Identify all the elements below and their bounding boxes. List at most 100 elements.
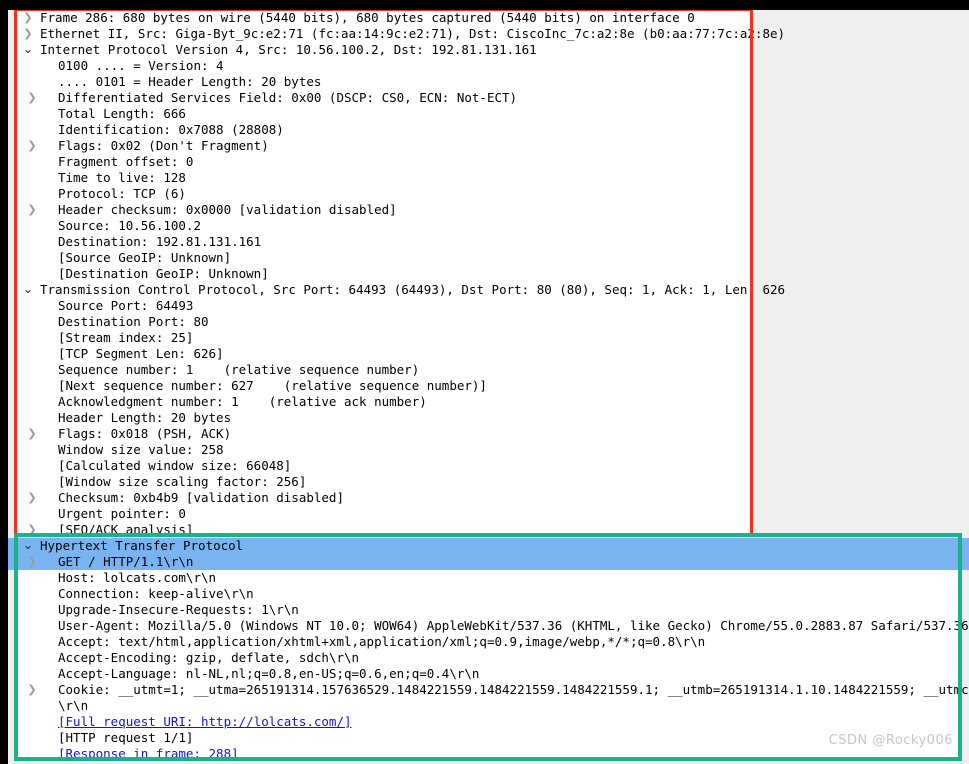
tree-row[interactable]: Protocol: TCP (6)	[0, 186, 969, 202]
tree-row-label: Flags: 0x02 (Don't Fragment)	[58, 138, 269, 153]
tree-row-label: Accept-Encoding: gzip, deflate, sdch\r\n	[58, 650, 360, 665]
tree-row[interactable]: [Full request URI: http://lolcats.com/]	[0, 714, 969, 730]
chevron-down-icon[interactable]: ⌄	[18, 282, 38, 298]
tree-row[interactable]: Source: 10.56.100.2	[0, 218, 969, 234]
tree-row[interactable]: User-Agent: Mozilla/5.0 (Windows NT 10.0…	[0, 618, 969, 634]
tree-row-label: Fragment offset: 0	[58, 154, 194, 169]
watermark: CSDN @Rocky006	[828, 733, 953, 748]
chevron-right-icon[interactable]: ❯	[18, 138, 46, 154]
tree-row[interactable]: Accept-Language: nl-NL,nl;q=0.8,en-US;q=…	[0, 666, 969, 682]
left-black-strip	[0, 0, 8, 764]
chevron-right-icon[interactable]: ❯	[18, 90, 46, 106]
tree-row[interactable]: 0100 .... = Version: 4	[0, 58, 969, 74]
tree-row-label: Time to live: 128	[58, 170, 186, 185]
chevron-right-icon[interactable]: ❯	[18, 490, 46, 506]
tree-row[interactable]: Fragment offset: 0	[0, 154, 969, 170]
tree-row[interactable]: [Stream index: 25]	[0, 330, 969, 346]
tree-row[interactable]: Connection: keep-alive\r\n	[0, 586, 969, 602]
tree-row[interactable]: [TCP Segment Len: 626]	[0, 346, 969, 362]
tree-row[interactable]: ❯ Header checksum: 0x0000 [validation dis…	[0, 202, 969, 218]
tree-row[interactable]: Upgrade-Insecure-Requests: 1\r\n	[0, 602, 969, 618]
tree-row[interactable]: [Destination GeoIP: Unknown]	[0, 266, 969, 282]
tree-row-label: Source Port: 64493	[58, 298, 194, 313]
tree-row[interactable]: Acknowledgment number: 1 (relative ack n…	[0, 394, 969, 410]
tree-row-link[interactable]: [Full request URI: http://lolcats.com/]	[58, 714, 352, 730]
tree-row[interactable]: ⌄ Internet Protocol Version 4, Src: 10.56…	[0, 42, 969, 58]
tree-row[interactable]: ❯ Differentiated Services Field: 0x00 (DS…	[0, 90, 969, 106]
tree-row[interactable]: Sequence number: 1 (relative sequence nu…	[0, 362, 969, 378]
tree-row[interactable]: Destination Port: 80	[0, 314, 969, 330]
tree-row[interactable]: ⌄ Hypertext Transfer Protocol	[0, 538, 969, 554]
tree-row-label: Connection: keep-alive\r\n	[58, 586, 254, 601]
tree-row[interactable]: Total Length: 666	[0, 106, 969, 122]
tree-row[interactable]: ❯ Flags: 0x02 (Don't Fragment)	[0, 138, 969, 154]
tree-row-label: Frame 286: 680 bytes on wire (5440 bits)…	[40, 10, 695, 25]
tree-row[interactable]: Host: lolcats.com\r\n	[0, 570, 969, 586]
tree-row[interactable]: [Next sequence number: 627 (relative seq…	[0, 378, 969, 394]
tree-row-label: User-Agent: Mozilla/5.0 (Windows NT 10.0…	[58, 618, 969, 633]
tree-row-label: [Calculated window size: 66048]	[58, 458, 292, 473]
tree-row[interactable]: \r\n	[0, 698, 969, 714]
tree-row-label: Accept-Language: nl-NL,nl;q=0.8,en-US;q=…	[58, 666, 480, 681]
chevron-down-icon[interactable]: ⌄	[18, 538, 38, 554]
tree-row[interactable]: [Window size scaling factor: 256]	[0, 474, 969, 490]
tree-row[interactable]: Accept: text/html,application/xhtml+xml,…	[0, 634, 969, 650]
packet-details-tree[interactable]: ❯ Frame 286: 680 bytes on wire (5440 bits…	[0, 10, 969, 762]
tree-row-label: GET / HTTP/1.1\r\n	[58, 554, 194, 569]
chevron-right-icon[interactable]: ❯	[18, 682, 46, 698]
tree-row-label: [Window size scaling factor: 256]	[58, 474, 307, 489]
tree-row[interactable]: Header Length: 20 bytes	[0, 410, 969, 426]
chevron-right-icon[interactable]: ❯	[18, 26, 38, 42]
chevron-right-icon[interactable]: ❯	[18, 522, 46, 538]
tree-row[interactable]: [HTTP request 1/1]	[0, 730, 969, 746]
tree-row[interactable]: ⌄ Transmission Control Protocol, Src Port…	[0, 282, 969, 298]
chevron-right-icon[interactable]: ❯	[18, 426, 46, 442]
chevron-right-icon[interactable]: ❯	[18, 202, 46, 218]
tree-row[interactable]: ❯ Checksum: 0xb4b9 [validation disabled]	[0, 490, 969, 506]
tree-row[interactable]: Destination: 192.81.131.161	[0, 234, 969, 250]
tree-row-label: [Destination GeoIP: Unknown]	[58, 266, 269, 281]
tree-row[interactable]: Source Port: 64493	[0, 298, 969, 314]
tree-row[interactable]: ❯ Frame 286: 680 bytes on wire (5440 bits…	[0, 10, 969, 26]
tree-row[interactable]: ❯ Cookie: __utmt=1; __utma=265191314.1576…	[0, 682, 969, 698]
tree-row[interactable]: ❯ Flags: 0x018 (PSH, ACK)	[0, 426, 969, 442]
tree-row[interactable]: Accept-Encoding: gzip, deflate, sdch\r\n	[0, 650, 969, 666]
tree-row[interactable]: Urgent pointer: 0	[0, 506, 969, 522]
tree-row[interactable]: Time to live: 128	[0, 170, 969, 186]
tree-row[interactable]: ❯ [SEQ/ACK analysis]	[0, 522, 969, 538]
tree-row-link[interactable]: [Response in frame: 288]	[58, 746, 239, 762]
tree-row[interactable]: .... 0101 = Header Length: 20 bytes	[0, 74, 969, 90]
tree-row[interactable]: [Response in frame: 288]	[0, 746, 969, 762]
tree-row-label: [Next sequence number: 627 (relative seq…	[58, 378, 487, 393]
tree-row-label: Acknowledgment number: 1 (relative ack n…	[58, 394, 427, 409]
chevron-down-icon[interactable]: ⌄	[18, 42, 38, 58]
tree-row-label: Host: lolcats.com\r\n	[58, 570, 217, 585]
tree-row-label: [SEQ/ACK analysis]	[58, 522, 194, 537]
chevron-right-icon[interactable]: ❯	[18, 10, 38, 26]
tree-row[interactable]: Identification: 0x7088 (28808)	[0, 122, 969, 138]
tree-row[interactable]: Window size value: 258	[0, 442, 969, 458]
tree-row[interactable]: ❯ GET / HTTP/1.1\r\n	[0, 554, 969, 570]
tree-row-label: Hypertext Transfer Protocol	[40, 538, 244, 553]
tree-row-label: Upgrade-Insecure-Requests: 1\r\n	[58, 602, 299, 617]
chevron-right-icon[interactable]: ❯	[18, 554, 46, 570]
tree-row[interactable]: ❯ Ethernet II, Src: Giga-Byt_9c:e2:71 (fc…	[0, 26, 969, 42]
tree-row[interactable]: [Source GeoIP: Unknown]	[0, 250, 969, 266]
tree-row[interactable]: [Calculated window size: 66048]	[0, 458, 969, 474]
